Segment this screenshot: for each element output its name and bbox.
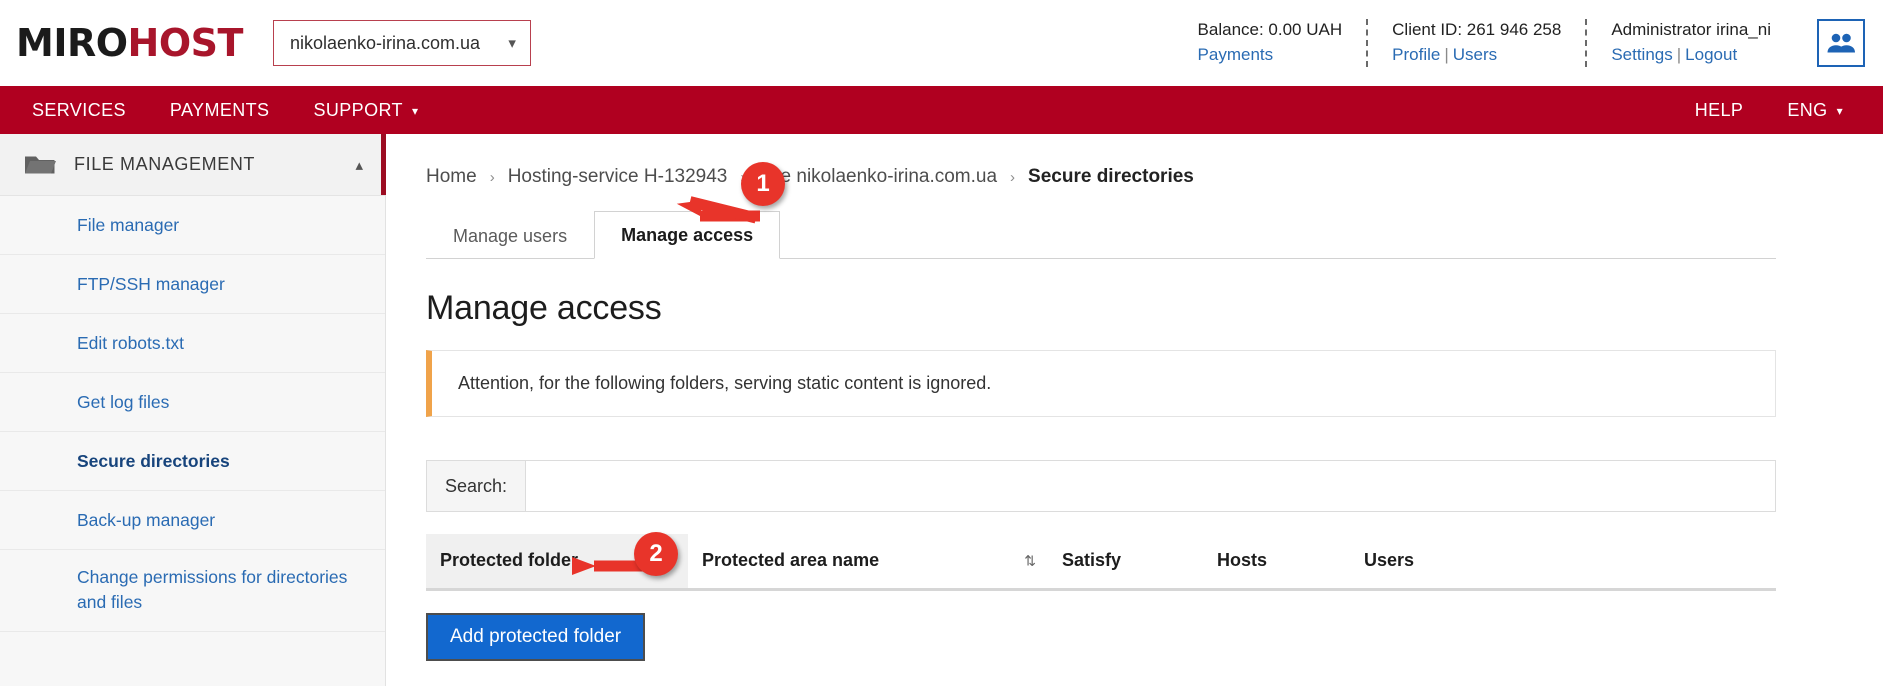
sidebar-item-label: FTP/SSH manager xyxy=(77,273,225,294)
client-id-group: Client ID: 261 946 258 Profile | Users xyxy=(1368,18,1585,67)
nav-right-group: HELP ENG ▾ xyxy=(1673,100,1865,121)
table-column-protected-folder[interactable]: Protected folder ↑ xyxy=(426,534,688,591)
nav-item-services[interactable]: SERVICES xyxy=(10,100,148,121)
nav-label-services: SERVICES xyxy=(32,99,126,120)
payments-link[interactable]: Payments xyxy=(1198,45,1274,64)
breadcrumb-item-home[interactable]: Home xyxy=(426,166,477,188)
site-selector-value: nikolaenko-irina.com.ua xyxy=(289,32,481,53)
search-input[interactable] xyxy=(526,461,1775,511)
table-column-hosts[interactable]: Hosts xyxy=(1203,534,1350,591)
protected-folders-table: Protected folder ↑ Protected area name ⇅… xyxy=(426,534,1776,591)
nav-label-payments: PAYMENTS xyxy=(169,99,270,120)
top-header: MIROHOST nikolaenko-irina.com.ua ▾ Balan… xyxy=(0,0,1883,86)
nav-item-payments[interactable]: PAYMENTS xyxy=(148,100,292,121)
table-column-protected-area-name[interactable]: Protected area name ⇅ xyxy=(688,534,1048,591)
sidebar-item-label: File manager xyxy=(77,214,180,235)
logo-text-miro: MIRO xyxy=(16,21,128,65)
search-bar: Search: xyxy=(426,460,1776,512)
table-header-row: Protected folder ↑ Protected area name ⇅… xyxy=(426,534,1776,591)
nav-item-language[interactable]: ENG ▾ xyxy=(1765,100,1865,121)
logout-link[interactable]: Logout xyxy=(1685,45,1737,64)
tab-manage-access[interactable]: Manage access xyxy=(594,211,781,259)
column-label: Users xyxy=(1364,550,1415,570)
breadcrumb-item-site[interactable]: Site nikolaenko-irina.com.ua xyxy=(758,166,997,188)
sidebar-item-file-manager[interactable]: File manager xyxy=(0,196,385,255)
admin-group: Administrator irina_ni Settings | Logout xyxy=(1587,18,1795,67)
breadcrumb: Home › Hosting-service H-132943 › Site n… xyxy=(426,166,1823,188)
settings-link[interactable]: Settings xyxy=(1611,45,1672,64)
table-column-users[interactable]: Users xyxy=(1350,534,1508,591)
balance-group: Balance: 0.00 UAH Payments xyxy=(1174,18,1367,67)
sidebar-item-ftp-ssh-manager[interactable]: FTP/SSH manager xyxy=(0,255,385,314)
chevron-down-icon: ▾ xyxy=(411,104,419,118)
tab-manage-users[interactable]: Manage users xyxy=(426,212,594,259)
tab-label: Manage access xyxy=(621,225,754,245)
column-label: Protected area name xyxy=(702,550,880,570)
breadcrumb-item-hosting-service[interactable]: Hosting-service H-132943 xyxy=(508,166,728,188)
breadcrumb-separator: › xyxy=(740,168,746,186)
logo-text-host: HOST xyxy=(127,21,244,65)
attention-alert: Attention, for the following folders, se… xyxy=(426,350,1776,417)
sort-toggle-icon: ⇅ xyxy=(1024,552,1036,569)
sidebar-item-label: Secure directories xyxy=(77,450,230,471)
sidebar-item-label: Change permissions for directories and f… xyxy=(77,567,348,613)
link-separator-2: | xyxy=(1676,45,1682,64)
sidebar-item-change-permissions[interactable]: Change permissions for directories and f… xyxy=(0,550,385,632)
sidebar-item-label: Back-up manager xyxy=(77,509,216,530)
folder-icon xyxy=(24,152,56,177)
nav-label-support: SUPPORT xyxy=(313,99,403,120)
button-label: Add protected folder xyxy=(450,626,622,647)
column-label: Protected folder xyxy=(440,550,579,570)
nav-label-help: HELP xyxy=(1694,99,1744,120)
tab-bar: Manage users Manage access xyxy=(426,210,1776,259)
sidebar-section-label: FILE MANAGEMENT xyxy=(74,154,256,174)
site-selector-dropdown[interactable]: nikolaenko-irina.com.ua ▾ xyxy=(272,20,531,66)
search-label: Search: xyxy=(427,461,527,511)
users-link[interactable]: Users xyxy=(1453,45,1497,64)
breadcrumb-separator: › xyxy=(1010,168,1016,186)
admin-label: Administrator irina_ni xyxy=(1611,20,1771,40)
client-id-label: Client ID: 261 946 258 xyxy=(1392,20,1562,40)
people-icon-button[interactable] xyxy=(1817,19,1865,67)
header-right-group: Balance: 0.00 UAH Payments Client ID: 26… xyxy=(1174,0,1865,86)
sidebar-item-label: Edit robots.txt xyxy=(77,332,184,353)
alert-text: Attention, for the following folders, se… xyxy=(458,373,992,393)
nav-item-help[interactable]: HELP xyxy=(1673,100,1766,121)
sidebar-item-secure-directories[interactable]: Secure directories xyxy=(0,432,385,491)
table-column-actions xyxy=(1508,534,1776,591)
balance-label: Balance: 0.00 UAH xyxy=(1197,20,1343,40)
breadcrumb-item-current: Secure directories xyxy=(1028,166,1194,187)
column-label: Satisfy xyxy=(1062,550,1122,570)
nav-label-language: ENG xyxy=(1787,99,1828,120)
nav-item-support[interactable]: SUPPORT ▾ xyxy=(291,100,440,121)
tab-label: Manage users xyxy=(453,226,568,246)
column-label: Hosts xyxy=(1217,550,1268,570)
sidebar: FILE MANAGEMENT ▴ File manager FTP/SSH m… xyxy=(0,134,386,686)
add-protected-folder-button[interactable]: Add protected folder xyxy=(426,613,646,661)
table-column-satisfy[interactable]: Satisfy xyxy=(1048,534,1203,591)
breadcrumb-separator: › xyxy=(489,168,495,186)
chevron-down-icon: ▾ xyxy=(508,35,516,52)
sidebar-item-back-up-manager[interactable]: Back-up manager xyxy=(0,491,385,550)
sort-ascending-icon: ↑ xyxy=(669,553,676,569)
people-icon xyxy=(1827,33,1855,53)
sidebar-item-label: Get log files xyxy=(77,391,170,412)
main-navigation: SERVICES PAYMENTS SUPPORT ▾ HELP ENG ▾ xyxy=(0,86,1883,134)
chevron-up-icon[interactable]: ▴ xyxy=(355,156,363,174)
sidebar-section-file-management[interactable]: FILE MANAGEMENT ▴ xyxy=(0,134,386,196)
chevron-down-icon: ▾ xyxy=(1836,104,1843,118)
profile-link[interactable]: Profile xyxy=(1392,45,1440,64)
page-body: FILE MANAGEMENT ▴ File manager FTP/SSH m… xyxy=(0,134,1883,686)
mirohost-logo[interactable]: MIROHOST xyxy=(16,24,243,62)
link-separator: | xyxy=(1444,45,1449,64)
sidebar-item-edit-robots-txt[interactable]: Edit robots.txt xyxy=(0,314,385,373)
page-title: Manage access xyxy=(426,289,662,327)
main-content: Home › Hosting-service H-132943 › Site n… xyxy=(386,134,1883,686)
sidebar-item-get-log-files[interactable]: Get log files xyxy=(0,373,385,432)
